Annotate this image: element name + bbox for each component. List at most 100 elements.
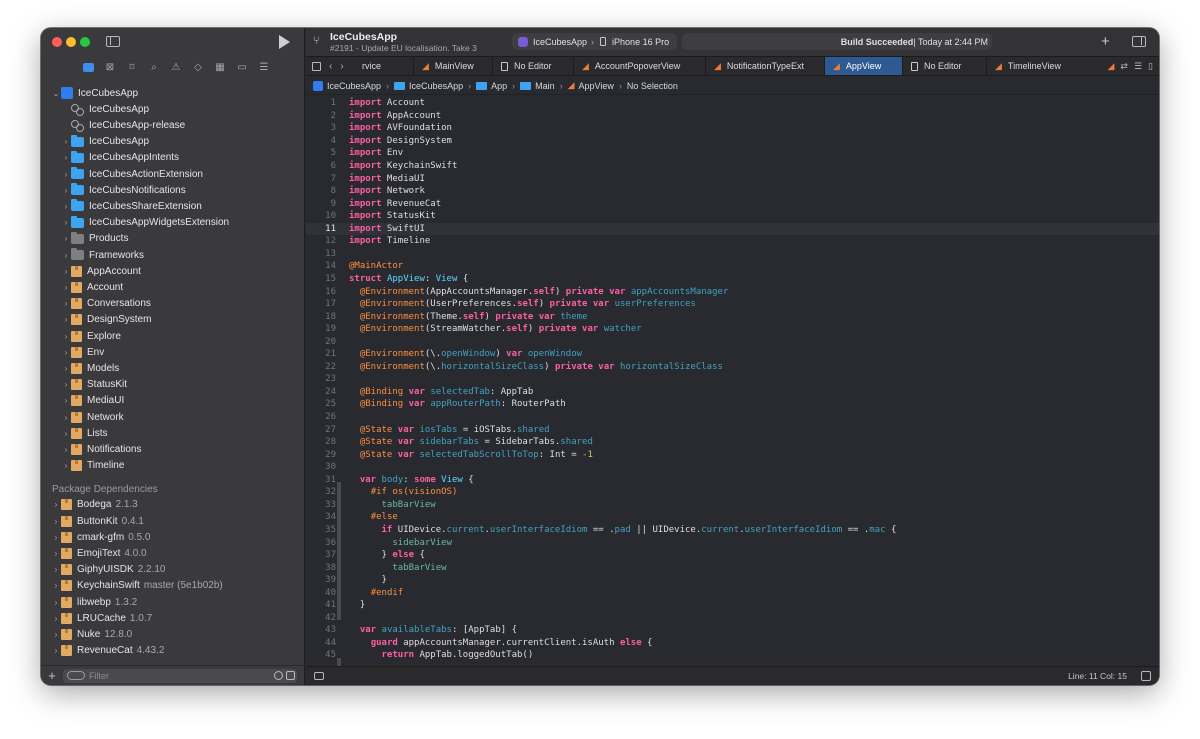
code-line[interactable]: 45 return AppTab.loggedOutTab(): [306, 649, 1159, 662]
chevron-right-icon[interactable]: ›: [61, 380, 71, 389]
code-line[interactable]: 24 @Binding var selectedTab: AppTab: [306, 386, 1159, 399]
sidebar-toggle-icon[interactable]: [106, 36, 120, 47]
chevron-right-icon[interactable]: ›: [61, 283, 71, 292]
jumpbar-item[interactable]: App: [476, 81, 507, 91]
code-line[interactable]: 44 guard appAccountsManager.currentClien…: [306, 637, 1159, 650]
code-line[interactable]: 4 import DesignSystem: [306, 135, 1159, 148]
chevron-right-icon[interactable]: ›: [51, 549, 61, 558]
tab-timelineview[interactable]: ◢ TimelineView: [986, 57, 1070, 75]
tree-item[interactable]: › Explore: [41, 328, 305, 344]
code-line[interactable]: 27 @State var iosTabs = iOSTabs.shared: [306, 423, 1159, 436]
package-item[interactable]: › LRUCache 1.0.7: [41, 610, 305, 626]
jumpbar-item[interactable]: No Selection: [627, 81, 678, 91]
code-line[interactable]: 12 import Timeline: [306, 235, 1159, 248]
debug-navigator-icon[interactable]: ▦: [209, 58, 231, 76]
split-editor-icon[interactable]: ▯: [1148, 61, 1153, 72]
package-item[interactable]: › GiphyUISDK 2.2.10: [41, 562, 305, 578]
tree-item[interactable]: › IceCubesActionExtension: [41, 166, 305, 182]
tab-appview[interactable]: ◢ AppView: [824, 57, 902, 75]
chevron-right-icon[interactable]: ›: [61, 364, 71, 373]
tab-partial[interactable]: rvice: [362, 57, 412, 75]
code-line[interactable]: 42: [306, 612, 1159, 625]
code-line[interactable]: 5 import Env: [306, 147, 1159, 160]
code-line[interactable]: 22 @Environment(\.horizontalSizeClass) p…: [306, 361, 1159, 374]
code-line[interactable]: 40 #endif: [306, 586, 1159, 599]
chevron-right-icon[interactable]: ›: [61, 315, 71, 324]
run-button[interactable]: [279, 35, 290, 49]
code-line[interactable]: 28 @State var sidebarTabs = SidebarTabs.…: [306, 436, 1159, 449]
tree-item[interactable]: › IceCubesAppWidgetsExtension: [41, 215, 305, 231]
chevron-right-icon[interactable]: ›: [51, 614, 61, 623]
package-item[interactable]: › KeychainSwift master (5e1b02b): [41, 578, 305, 594]
find-navigator-icon[interactable]: ⌕: [143, 58, 165, 76]
code-line[interactable]: 17 @Environment(UserPreferences.self) pr…: [306, 298, 1159, 311]
code-line[interactable]: 6 import KeychainSwift: [306, 160, 1159, 173]
tree-item[interactable]: › Products: [41, 231, 305, 247]
code-line[interactable]: 31 var body: some View {: [306, 474, 1159, 487]
code-line[interactable]: 39 }: [306, 574, 1159, 587]
jumpbar-item[interactable]: IceCubesApp: [313, 80, 381, 91]
chevron-right-icon[interactable]: ›: [61, 202, 71, 211]
tab-no-editor[interactable]: No Editor: [492, 57, 573, 75]
branch-icon[interactable]: ⑂: [313, 35, 320, 47]
code-line[interactable]: 7 import MediaUI: [306, 172, 1159, 185]
tab-no-editor[interactable]: No Editor: [902, 57, 986, 75]
chevron-right-icon[interactable]: ›: [51, 517, 61, 526]
editor-options-icon[interactable]: ☰: [1134, 61, 1142, 72]
jumpbar-item[interactable]: ◢ AppView: [568, 80, 614, 91]
code-line[interactable]: 23: [306, 373, 1159, 386]
code-line[interactable]: 26: [306, 411, 1159, 424]
code-line[interactable]: 18 @Environment(Theme.self) private var …: [306, 310, 1159, 323]
tree-item[interactable]: › IceCubesShareExtension: [41, 198, 305, 214]
code-line[interactable]: 10 import StatusKit: [306, 210, 1159, 223]
code-line[interactable]: 16 @Environment(AppAccountsManager.self)…: [306, 285, 1159, 298]
inspector-toggle-icon[interactable]: [1132, 36, 1146, 47]
code-line[interactable]: 13: [306, 248, 1159, 261]
tree-item[interactable]: › Env: [41, 344, 305, 360]
chevron-right-icon[interactable]: ›: [61, 170, 71, 179]
chevron-right-icon[interactable]: ›: [51, 533, 61, 542]
zoom-window-button[interactable]: [80, 37, 90, 47]
tree-item[interactable]: IceCubesApp-release: [41, 117, 305, 133]
code-line[interactable]: 2 import AppAccount: [306, 110, 1159, 123]
package-item[interactable]: › RevenueCat 4.43.2: [41, 643, 305, 659]
tree-item[interactable]: › Notifications: [41, 441, 305, 457]
chevron-right-icon[interactable]: ›: [61, 348, 71, 357]
tab-accountpopoverview[interactable]: ◢ AccountPopoverView: [573, 57, 705, 75]
package-item[interactable]: › EmojiText 4.0.0: [41, 545, 305, 561]
chevron-right-icon[interactable]: ›: [51, 581, 61, 590]
tree-item[interactable]: › IceCubesApp: [41, 134, 305, 150]
tree-item[interactable]: › DesignSystem: [41, 312, 305, 328]
minimize-window-button[interactable]: [66, 37, 76, 47]
package-item[interactable]: › cmark-gfm 0.5.0: [41, 529, 305, 545]
code-line[interactable]: 21 @Environment(\.openWindow) var openWi…: [306, 348, 1159, 361]
refresh-icon[interactable]: ⇄: [1120, 61, 1128, 72]
tab-notificationtypeext[interactable]: ◢ NotificationTypeExt: [705, 57, 824, 75]
code-line[interactable]: 37 } else {: [306, 549, 1159, 562]
source-editor[interactable]: 1 import Account 2 import AppAccount 3 import…: [306, 96, 1159, 666]
debug-area-toggle-icon[interactable]: [314, 672, 324, 680]
tree-item[interactable]: › IceCubesAppIntents: [41, 150, 305, 166]
related-items-icon[interactable]: [312, 61, 321, 71]
tab-mainview[interactable]: ◢ MainView: [413, 57, 492, 75]
tree-item[interactable]: › Network: [41, 409, 305, 425]
code-line[interactable]: 25 @Binding var appRouterPath: RouterPat…: [306, 398, 1159, 411]
chevron-right-icon[interactable]: ›: [61, 461, 71, 470]
chevron-right-icon[interactable]: ›: [61, 429, 71, 438]
code-line[interactable]: 43 var availableTabs: [AppTab] {: [306, 624, 1159, 637]
add-file-button[interactable]: +: [41, 668, 63, 683]
code-line[interactable]: 8 import Network: [306, 185, 1159, 198]
filter-input[interactable]: Filter: [63, 668, 297, 683]
code-line[interactable]: 34 #else: [306, 511, 1159, 524]
source-control-navigator-icon[interactable]: ⊠: [99, 58, 121, 76]
chevron-right-icon[interactable]: ›: [51, 565, 61, 574]
tree-item[interactable]: › AppAccount: [41, 263, 305, 279]
run-destination[interactable]: iPhone 16 Pro: [612, 37, 669, 47]
tree-item[interactable]: › Frameworks: [41, 247, 305, 263]
forward-arrow-icon[interactable]: ›: [340, 61, 343, 72]
jumpbar-item[interactable]: IceCubesApp: [394, 81, 463, 91]
tree-item[interactable]: IceCubesApp: [41, 101, 305, 117]
scheme-selector[interactable]: IceCubesApp › iPhone 16 Pro: [512, 33, 677, 50]
tree-item[interactable]: › Models: [41, 360, 305, 376]
code-line[interactable]: 32 #if os(visionOS): [306, 486, 1159, 499]
